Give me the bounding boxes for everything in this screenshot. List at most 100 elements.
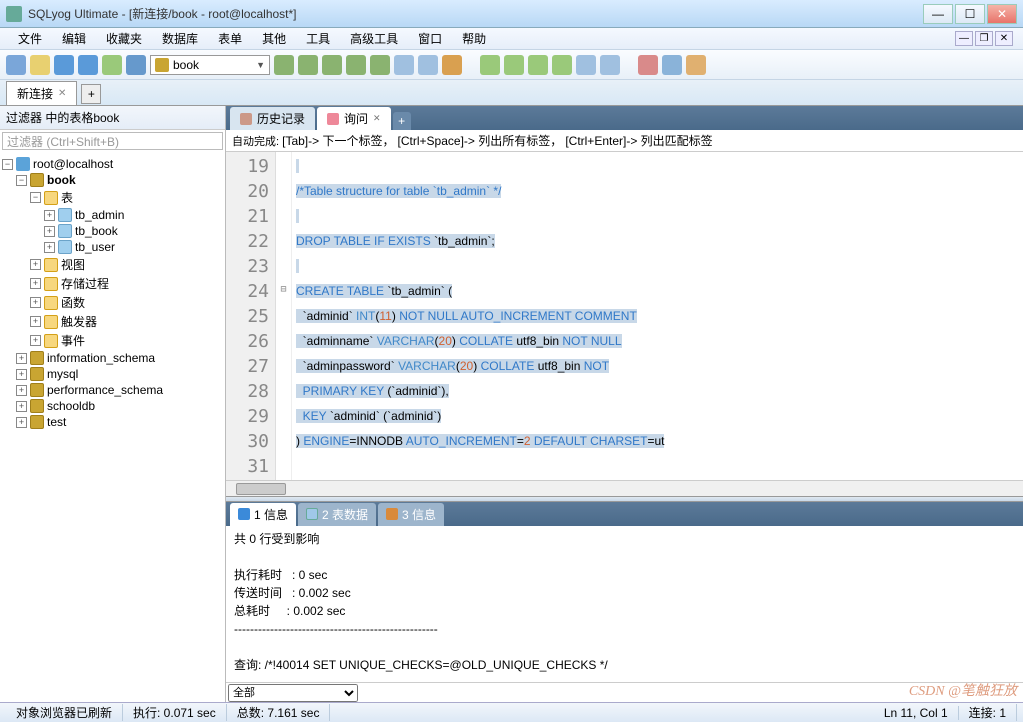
tool-icon-17[interactable]: [686, 55, 706, 75]
expand-icon[interactable]: +: [44, 210, 55, 221]
mdi-restore-button[interactable]: ❐: [975, 31, 993, 46]
new-connection-icon[interactable]: [6, 55, 26, 75]
expand-icon[interactable]: +: [44, 226, 55, 237]
menu-tools[interactable]: 工具: [298, 28, 338, 49]
info-icon: [386, 508, 398, 520]
database-icon: [30, 399, 44, 413]
table-icon: [306, 508, 318, 520]
mdi-minimize-button[interactable]: —: [955, 31, 973, 46]
expand-icon[interactable]: −: [16, 175, 27, 186]
scroll-thumb[interactable]: [236, 483, 286, 495]
expand-icon[interactable]: +: [30, 278, 41, 289]
expand-icon[interactable]: +: [16, 369, 27, 380]
tool-icon-11[interactable]: [528, 55, 548, 75]
status-bar: 对象浏览器已刷新 执行: 0.071 sec 总数: 7.161 sec Ln …: [0, 702, 1023, 722]
expand-icon[interactable]: +: [30, 335, 41, 346]
folder-icon: [44, 315, 58, 329]
editor-hscroll[interactable]: [226, 480, 1023, 496]
tab-query[interactable]: 询问✕: [317, 107, 391, 130]
tool-icon-8[interactable]: [442, 55, 462, 75]
menu-window[interactable]: 窗口: [410, 28, 450, 49]
execute-icon[interactable]: [54, 55, 74, 75]
expand-icon[interactable]: +: [30, 259, 41, 270]
filter-input[interactable]: 过滤器 (Ctrl+Shift+B): [2, 132, 223, 150]
sql-code[interactable]: /*Table structure for table `tb_admin` *…: [292, 152, 1023, 480]
mdi-close-button[interactable]: ✕: [995, 31, 1013, 46]
expand-icon[interactable]: −: [2, 159, 13, 170]
expand-icon[interactable]: +: [16, 385, 27, 396]
expand-icon[interactable]: +: [30, 316, 41, 327]
tool-icon-6[interactable]: [394, 55, 414, 75]
tree-table[interactable]: tb_book: [75, 224, 118, 238]
sql-editor[interactable]: 19202122232425262728293031 ⊟ /*Table str…: [226, 152, 1023, 480]
tool-icon-4[interactable]: [346, 55, 366, 75]
window-title: SQLyog Ultimate - [新连接/book - root@local…: [28, 5, 923, 22]
menu-file[interactable]: 文件: [10, 28, 50, 49]
tree-server[interactable]: root@localhost: [33, 157, 113, 171]
result-select[interactable]: 全部: [228, 684, 358, 702]
tool-icon-9[interactable]: [480, 55, 500, 75]
tree-db-book[interactable]: book: [47, 173, 76, 187]
connection-tab-active[interactable]: 新连接 ✕: [6, 81, 77, 105]
tree-table[interactable]: tb_user: [75, 240, 115, 254]
tool-icon-12[interactable]: [552, 55, 572, 75]
tree-folder-views[interactable]: 视图: [61, 256, 85, 273]
menu-advanced[interactable]: 高级工具: [342, 28, 406, 49]
tree-db[interactable]: test: [47, 415, 66, 429]
refresh-icon[interactable]: [126, 55, 146, 75]
expand-icon[interactable]: +: [16, 353, 27, 364]
tool-icon-3[interactable]: [322, 55, 342, 75]
menu-favorites[interactable]: 收藏夹: [98, 28, 150, 49]
result-output[interactable]: 共 0 行受到影响 执行耗时 : 0 sec 传送时间 : 0.002 sec …: [226, 526, 1023, 682]
tree-db[interactable]: schooldb: [47, 399, 95, 413]
tree-folder-procs[interactable]: 存储过程: [61, 275, 109, 292]
tree-db[interactable]: information_schema: [47, 351, 155, 365]
menu-edit[interactable]: 编辑: [54, 28, 94, 49]
close-button[interactable]: ✕: [987, 4, 1017, 24]
tab-info2[interactable]: 3 信息: [378, 503, 444, 526]
expand-icon[interactable]: +: [30, 297, 41, 308]
fold-gutter: ⊟: [276, 152, 292, 480]
tool-icon-16[interactable]: [662, 55, 682, 75]
close-tab-icon[interactable]: ✕: [373, 113, 381, 124]
menu-other[interactable]: 其他: [254, 28, 294, 49]
close-tab-icon[interactable]: ✕: [58, 88, 66, 99]
tree-table[interactable]: tb_admin: [75, 208, 124, 222]
tool-icon-5[interactable]: [370, 55, 390, 75]
menu-database[interactable]: 数据库: [154, 28, 206, 49]
minimize-button[interactable]: —: [923, 4, 953, 24]
tree-folder-funcs[interactable]: 函数: [61, 294, 85, 311]
tool-icon-14[interactable]: [600, 55, 620, 75]
menu-help[interactable]: 帮助: [454, 28, 494, 49]
expand-icon[interactable]: +: [16, 401, 27, 412]
expand-icon[interactable]: +: [44, 242, 55, 253]
tree-folder-tables[interactable]: 表: [61, 189, 73, 206]
tree-folder-events[interactable]: 事件: [61, 332, 85, 349]
tool-icon-13[interactable]: [576, 55, 596, 75]
connection-tab-label: 新连接: [17, 85, 53, 102]
tree-db[interactable]: performance_schema: [47, 383, 163, 397]
tree-db[interactable]: mysql: [47, 367, 78, 381]
add-query-tab-button[interactable]: +: [393, 112, 411, 130]
tab-table-data[interactable]: 2 表数据: [298, 503, 376, 526]
status-exec: 执行: 0.071 sec: [123, 704, 227, 721]
database-select[interactable]: book ▼: [150, 55, 270, 75]
menu-table[interactable]: 表单: [210, 28, 250, 49]
expand-icon[interactable]: −: [30, 192, 41, 203]
save-icon[interactable]: [102, 55, 122, 75]
add-connection-tab-button[interactable]: +: [81, 84, 101, 104]
tool-icon-15[interactable]: [638, 55, 658, 75]
open-icon[interactable]: [30, 55, 50, 75]
tree-folder-trigs[interactable]: 触发器: [61, 313, 97, 330]
tab-info[interactable]: 1 信息: [230, 503, 296, 526]
maximize-button[interactable]: ☐: [955, 4, 985, 24]
execute-all-icon[interactable]: [78, 55, 98, 75]
tab-history[interactable]: 历史记录: [230, 107, 315, 130]
expand-icon[interactable]: +: [16, 417, 27, 428]
tool-icon-2[interactable]: [298, 55, 318, 75]
tool-icon-7[interactable]: [418, 55, 438, 75]
tool-icon-10[interactable]: [504, 55, 524, 75]
tool-icon-1[interactable]: [274, 55, 294, 75]
app-icon: [6, 6, 22, 22]
database-icon: [30, 415, 44, 429]
